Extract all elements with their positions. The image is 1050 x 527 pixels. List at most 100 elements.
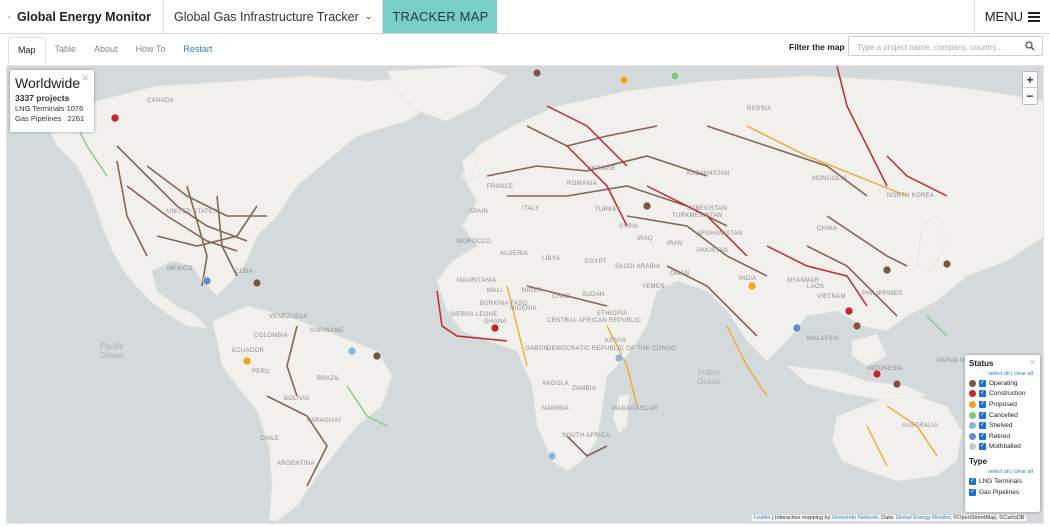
label-iran: IRAN [667, 241, 683, 247]
legend-status-cancelled[interactable]: ✓ Cancelled [969, 410, 1036, 421]
search-input[interactable] [849, 38, 1019, 57]
checkbox-checked-icon[interactable]: ✓ [969, 477, 976, 485]
summary-pipeline-count: 2261 [67, 114, 85, 123]
tracker-select-label: Global Gas Infrastructure Tracker [174, 9, 359, 24]
legend-status-shelved[interactable]: ✓ Shelved [969, 420, 1036, 431]
checkbox-checked-icon[interactable]: ✓ [969, 488, 976, 496]
legend-panel: ✕ Status select all | clear all ✓ Operati… [965, 355, 1040, 512]
brand[interactable]: Global Energy Monitor [0, 0, 164, 33]
label-france: FRANCE [487, 184, 514, 190]
search-icon[interactable] [1025, 41, 1035, 51]
proposed-dot-icon [969, 400, 976, 408]
menu-label: MENU [984, 9, 1023, 24]
legend-type-pipelines[interactable]: ✓ Gas Pipelines [969, 487, 1036, 498]
header-spacer [497, 0, 973, 33]
type-clear-all[interactable]: clear all [1014, 469, 1033, 475]
summary-lng-count: 1076 [66, 104, 84, 113]
search-box [848, 36, 1043, 57]
legend-label: Proposed [989, 400, 1017, 408]
legend-label: Retired [989, 432, 1010, 440]
label-mali: MALI [487, 288, 503, 294]
checkbox-checked-icon[interactable]: ✓ [979, 400, 986, 408]
label-laos: LAOS [807, 284, 825, 290]
legend-status-proposed[interactable]: ✓ Proposed [969, 399, 1036, 410]
label-india: INDIA [739, 276, 757, 282]
cancelled-dot-icon [969, 411, 976, 419]
map-canvas[interactable]: CANADA UNITED STATES MEXICO CUBA VENEZUE… [6, 65, 1044, 524]
label-niger: NIGER [522, 288, 543, 294]
checkbox-checked-icon[interactable]: ✓ [979, 379, 986, 387]
label-bolivia: BOLIVIA [284, 396, 310, 402]
checkbox-checked-icon[interactable]: ✓ [979, 390, 986, 398]
label-syria: SYRIA [619, 224, 639, 230]
legend-label: Cancelled [989, 411, 1018, 419]
close-icon[interactable]: ✕ [81, 73, 89, 84]
label-paraguay: PARAGUAY [307, 418, 342, 424]
menu-button[interactable]: MENU [973, 0, 1050, 33]
label-canada: CANADA [147, 98, 174, 104]
status-clear-all[interactable]: clear all [1014, 371, 1033, 377]
zoom-out-button[interactable]: − [1023, 88, 1037, 104]
label-china: CHINA [817, 226, 838, 232]
summary-lng-row: LNG Terminals 1076 [15, 104, 89, 113]
label-burkina-faso: BURKINA FASO [480, 301, 528, 307]
label-indian-ocean: Indian Ocean [697, 368, 721, 386]
legend-status-retired[interactable]: ✓ Retired [969, 431, 1036, 442]
label-kazakhstan: KAZAKHSTAN [687, 171, 730, 177]
label-algeria: ALGERIA [500, 251, 529, 257]
label-russia: RUSSIA [747, 106, 772, 112]
legend-status-title: Status [969, 359, 994, 368]
leaflet-link[interactable]: Leaflet [754, 515, 771, 521]
checkbox-checked-icon[interactable]: ✓ [979, 443, 986, 451]
restart-link[interactable]: Restart [174, 35, 221, 63]
operating-dot-icon [969, 379, 976, 387]
checkbox-checked-icon[interactable]: ✓ [979, 432, 986, 440]
label-cuba: CUBA [235, 269, 253, 275]
greeninfo-link[interactable]: GreenInfo Network [832, 515, 878, 521]
gem-link[interactable]: Global Energy Monitor [896, 515, 950, 521]
status-select-all[interactable]: select all [988, 371, 1009, 377]
legend-status-construction[interactable]: ✓ Construction [969, 389, 1036, 400]
tab-how-to[interactable]: How To [127, 35, 175, 63]
label-saudi-arabia: SAUDI ARABIA [615, 264, 661, 270]
shelved-dot-icon [969, 422, 976, 430]
label-chad: CHAD [552, 294, 571, 300]
checkbox-checked-icon[interactable]: ✓ [979, 411, 986, 419]
legend-label: Operating [989, 379, 1018, 387]
tab-table[interactable]: Table [46, 35, 86, 63]
label-peru: PERU [252, 369, 270, 375]
legend-status-operating[interactable]: ✓ Operating [969, 378, 1036, 389]
legend-close-icon[interactable]: ✕ [1029, 358, 1036, 367]
zoom-in-button[interactable]: + [1023, 72, 1037, 88]
label-egypt: EGYPT [585, 259, 607, 265]
status-select-separator: | [1011, 371, 1013, 377]
label-zambia: ZAMBIA [572, 386, 597, 392]
sub-bar: Map Table About How To Restart Filter th… [0, 35, 1050, 63]
legend-status-mothballed[interactable]: ✓ Mothballed [969, 442, 1036, 453]
filter-label: Filter the map [789, 42, 845, 52]
tracker-select[interactable]: Global Gas Infrastructure Tracker ⌄ [164, 0, 384, 33]
type-select-all[interactable]: select all [988, 469, 1009, 475]
legend-label: LNG Terminals [979, 477, 1022, 485]
type-select-controls: select all | clear all [969, 469, 1033, 475]
summary-project-count: 3337 projects [15, 93, 70, 103]
tab-about[interactable]: About [85, 35, 127, 63]
label-madagascar: MADAGASCAR [612, 406, 658, 412]
label-oman: OMAN [670, 271, 690, 277]
retired-dot-icon [969, 432, 976, 440]
legend-type-lng[interactable]: ✓ LNG Terminals [969, 476, 1036, 487]
chevron-down-icon: ⌄ [364, 11, 373, 21]
tracker-map-tab[interactable]: TRACKER MAP [383, 0, 498, 33]
hamburger-icon [1028, 11, 1040, 22]
label-afghanistan: AFGHANISTAN [697, 231, 743, 237]
tab-map[interactable]: Map [8, 37, 46, 63]
label-south-africa: SOUTH AFRICA [562, 433, 610, 439]
legend-label: Gas Pipelines [979, 488, 1020, 496]
checkbox-checked-icon[interactable]: ✓ [979, 422, 986, 430]
attribution-text: | Interactive mapping by [770, 515, 832, 521]
label-yemen: YEMEN [642, 284, 665, 290]
summary-panel: ✕ Worldwide 3337 projects LNG Terminals … [10, 70, 94, 132]
top-bar: Global Energy Monitor Global Gas Infrast… [0, 0, 1050, 34]
legend-type-title: Type [969, 457, 988, 467]
label-gabon: GABON [525, 346, 549, 352]
